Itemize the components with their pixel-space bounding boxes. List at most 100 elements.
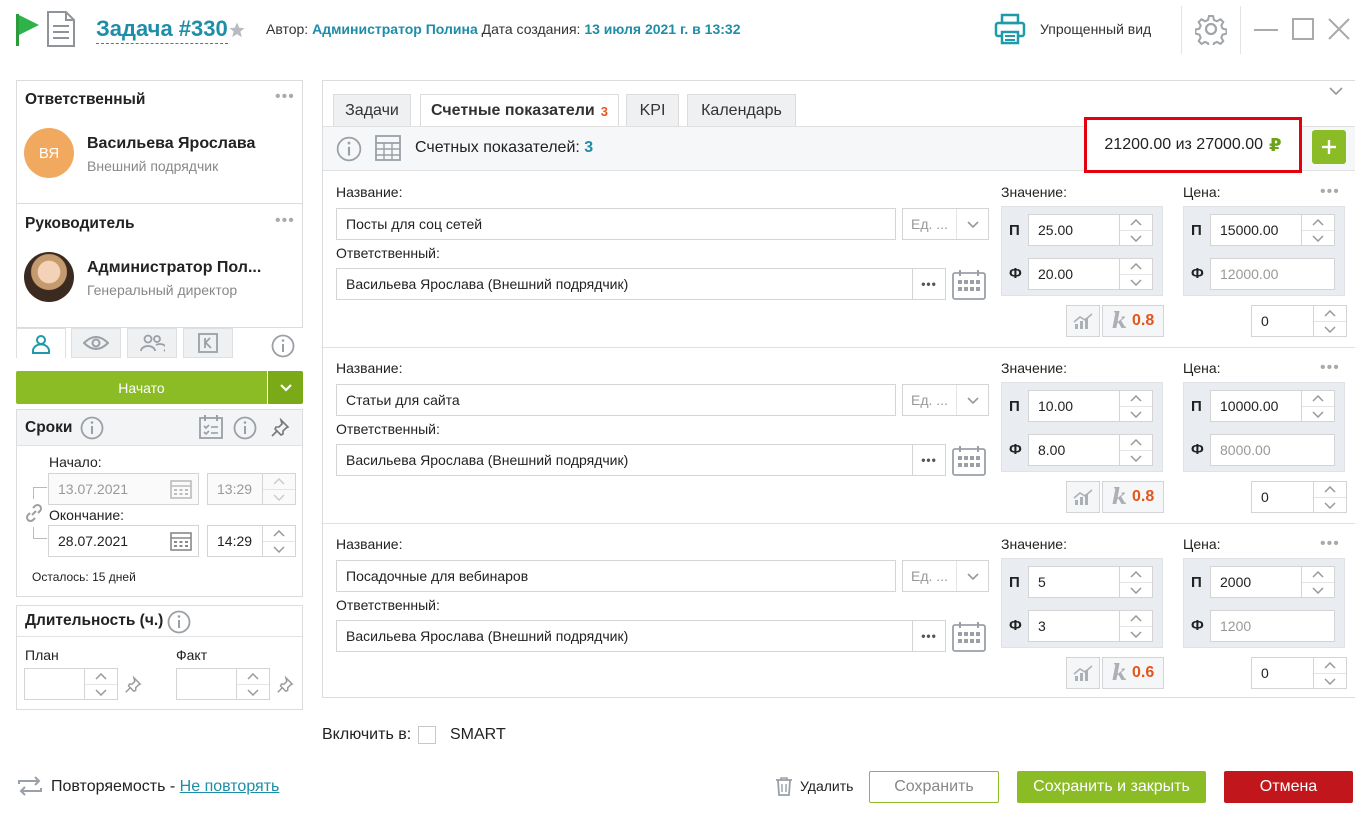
price-plan-stepper[interactable] xyxy=(1301,566,1335,598)
info-icon[interactable] xyxy=(233,416,257,440)
counter-name-input[interactable]: Статьи для сайта xyxy=(336,384,896,416)
smart-checkbox[interactable] xyxy=(418,726,436,744)
extra-stepper[interactable] xyxy=(1313,481,1347,513)
unit-select[interactable]: Ед. ... xyxy=(902,384,989,416)
price-plan-stepper[interactable] xyxy=(1301,214,1335,246)
value-fact-input[interactable]: 8.00 xyxy=(1028,434,1120,466)
tab-observers[interactable] xyxy=(71,328,121,358)
tab-contractor[interactable] xyxy=(183,328,233,358)
price-fact-input[interactable]: 8000.00 xyxy=(1210,434,1335,466)
price-fact-input[interactable]: 12000.00 xyxy=(1210,258,1335,290)
value-fact-stepper[interactable] xyxy=(1119,434,1153,466)
tab-kpi[interactable]: KPI xyxy=(626,94,679,126)
price-plan-input[interactable]: 10000.00 xyxy=(1210,390,1302,422)
unit-select[interactable]: Ед. ... xyxy=(902,208,989,240)
counter-name-input[interactable]: Посадочные для вебинаров xyxy=(336,560,896,592)
status-dropdown[interactable] xyxy=(268,371,303,404)
value-fact-stepper[interactable] xyxy=(1119,258,1153,290)
info-icon[interactable] xyxy=(336,136,362,162)
price-plan-stepper[interactable] xyxy=(1301,390,1335,422)
responsible-name[interactable]: Васильева Ярослава xyxy=(87,135,255,153)
extra-stepper[interactable] xyxy=(1313,657,1347,689)
manager-name[interactable]: Администратор Пол... xyxy=(87,259,261,277)
row-more-icon[interactable]: ••• xyxy=(1320,360,1340,376)
tab-counters[interactable]: Счетные показатели 3 xyxy=(420,94,619,127)
value-plan-input[interactable]: 25.00 xyxy=(1028,214,1120,246)
start-time-input[interactable]: 13:29 xyxy=(207,473,267,505)
calendar-check-icon[interactable] xyxy=(198,414,224,440)
unit-select[interactable]: Ед. ... xyxy=(902,560,989,592)
calendar-icon[interactable] xyxy=(170,479,192,499)
extra-input[interactable]: 0 xyxy=(1251,481,1314,513)
end-time-stepper[interactable] xyxy=(262,525,296,557)
value-fact-stepper[interactable] xyxy=(1119,610,1153,642)
close-icon[interactable] xyxy=(1327,17,1351,41)
counter-responsible-input[interactable]: Васильева Ярослава (Внешний подрядчик) xyxy=(336,620,913,652)
maximize-icon[interactable] xyxy=(1292,18,1314,40)
chart-button[interactable] xyxy=(1066,657,1100,689)
table-icon[interactable] xyxy=(375,135,401,161)
calendar-grid-icon[interactable] xyxy=(951,269,987,301)
row-more-icon[interactable]: ••• xyxy=(1320,536,1340,552)
tab-calendar[interactable]: Календарь xyxy=(687,94,796,126)
counter-name-input[interactable]: Посты для соц сетей xyxy=(336,208,896,240)
calendar-grid-icon[interactable] xyxy=(951,621,987,653)
simple-view-button[interactable]: Упрощенный вид xyxy=(1040,21,1151,37)
extra-input[interactable]: 0 xyxy=(1251,305,1314,337)
extra-input[interactable]: 0 xyxy=(1251,657,1314,689)
calendar-grid-icon[interactable] xyxy=(951,445,987,477)
pin-icon[interactable] xyxy=(124,676,142,694)
info-icon[interactable] xyxy=(271,334,295,358)
minimize-icon[interactable] xyxy=(1254,29,1278,31)
collapse-icon[interactable] xyxy=(1328,86,1344,96)
responsible-more-icon[interactable]: ••• xyxy=(275,89,295,105)
manager-more-icon[interactable]: ••• xyxy=(275,213,295,229)
pin-icon[interactable] xyxy=(270,418,290,438)
chart-button[interactable] xyxy=(1066,305,1100,337)
printer-icon[interactable] xyxy=(993,12,1027,46)
tab-participants[interactable] xyxy=(16,328,66,358)
tab-coexecutors[interactable] xyxy=(127,328,177,358)
price-plan-input[interactable]: 15000.00 xyxy=(1210,214,1302,246)
price-fact-input[interactable]: 1200 xyxy=(1210,610,1335,642)
info-icon[interactable] xyxy=(80,416,104,440)
chart-button[interactable] xyxy=(1066,481,1100,513)
value-plan-stepper[interactable] xyxy=(1119,214,1153,246)
counter-responsible-input[interactable]: Васильева Ярослава (Внешний подрядчик) xyxy=(336,444,913,476)
trash-icon[interactable] xyxy=(775,776,793,796)
end-time-input[interactable]: 14:29 xyxy=(207,525,267,557)
more-button[interactable]: ••• xyxy=(912,268,946,300)
tab-tasks[interactable]: Задачи xyxy=(333,94,411,126)
start-time-stepper[interactable] xyxy=(262,473,296,505)
gear-icon[interactable] xyxy=(1195,13,1227,45)
task-title[interactable]: Задача #330 xyxy=(96,15,228,44)
value-plan-stepper[interactable] xyxy=(1119,566,1153,598)
delete-button[interactable]: Удалить xyxy=(800,778,853,794)
fact-hours-stepper[interactable] xyxy=(236,668,270,700)
info-icon[interactable] xyxy=(167,610,191,634)
extra-stepper[interactable] xyxy=(1313,305,1347,337)
add-counter-button[interactable] xyxy=(1312,130,1346,164)
star-icon[interactable] xyxy=(228,21,246,39)
row-more-icon[interactable]: ••• xyxy=(1320,184,1340,200)
plan-hours-stepper[interactable] xyxy=(84,668,118,700)
price-plan-input[interactable]: 2000 xyxy=(1210,566,1302,598)
repeat-link[interactable]: Не повторять xyxy=(180,778,280,795)
value-fact-input[interactable]: 3 xyxy=(1028,610,1120,642)
fact-hours-input[interactable] xyxy=(176,668,240,700)
plan-hours-input[interactable] xyxy=(24,668,88,700)
calendar-icon[interactable] xyxy=(170,531,192,551)
value-plan-stepper[interactable] xyxy=(1119,390,1153,422)
pin-icon[interactable] xyxy=(276,676,294,694)
value-plan-input[interactable]: 10.00 xyxy=(1028,390,1120,422)
author-link[interactable]: Администратор Полина xyxy=(312,21,478,37)
more-button[interactable]: ••• xyxy=(912,620,946,652)
more-button[interactable]: ••• xyxy=(912,444,946,476)
save-close-button[interactable]: Сохранить и закрыть xyxy=(1017,771,1206,803)
link-icon[interactable] xyxy=(24,503,44,523)
counter-responsible-input[interactable]: Васильева Ярослава (Внешний подрядчик) xyxy=(336,268,913,300)
value-plan-input[interactable]: 5 xyxy=(1028,566,1120,598)
save-button[interactable]: Сохранить xyxy=(869,771,999,803)
status-button[interactable]: Начато xyxy=(16,371,267,404)
smart-label[interactable]: SMART xyxy=(450,726,506,744)
